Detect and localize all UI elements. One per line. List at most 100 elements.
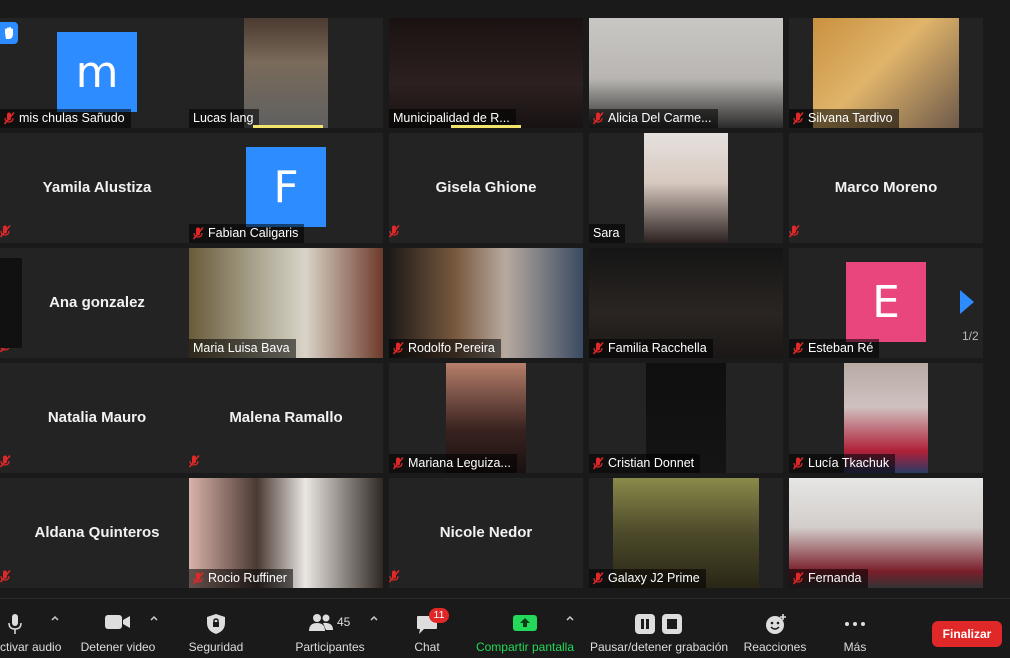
participant-tile[interactable]: Gisela Ghione	[389, 133, 583, 243]
stop-video-label: Detener video	[80, 640, 156, 654]
participant-name: Lucas lang	[193, 111, 254, 125]
participant-name-tag: Fernanda	[789, 569, 868, 588]
participants-count: 45	[337, 615, 351, 629]
raise-hand-icon	[0, 22, 18, 44]
audio-level-bar	[451, 125, 521, 128]
gallery-grid: m mis chulas Sañudo Lucas lang Municipalida…	[0, 18, 985, 590]
participant-name: Rocio Ruffiner	[208, 571, 287, 585]
participant-tile[interactable]: Sara	[589, 133, 783, 243]
share-screen-button[interactable]: Compartir pantalla	[470, 599, 580, 658]
participant-video	[644, 133, 728, 243]
muted-mic-icon	[192, 227, 204, 240]
muted-mic-icon	[592, 342, 604, 355]
participant-tile[interactable]: Alicia Del Carme...	[589, 18, 783, 128]
participant-tile[interactable]: m mis chulas Sañudo	[0, 18, 194, 128]
participant-tile[interactable]: Malena Ramallo	[189, 363, 383, 473]
unmute-audio-button[interactable]: ctivar audio	[0, 599, 62, 658]
muted-mic-icon	[592, 572, 604, 585]
chevron-up-icon[interactable]	[50, 613, 60, 623]
participant-name: Sara	[593, 226, 620, 240]
page-indicator: 1/2	[962, 329, 979, 343]
participant-tile[interactable]: Ana gonzalez	[0, 248, 194, 358]
participants-button[interactable]: 45 Participantes	[280, 599, 380, 658]
participant-name-display: Yamila Alustiza	[42, 179, 152, 196]
muted-mic-icon	[392, 342, 404, 355]
shield-icon	[207, 614, 225, 634]
participant-name: Esteban Ré	[808, 341, 874, 355]
muted-mic-icon	[789, 225, 803, 241]
participant-name: Silvana Tardivo	[808, 111, 893, 125]
previous-page-area	[0, 258, 22, 348]
participant-avatar: m	[57, 32, 137, 112]
participant-tile[interactable]: Aldana Quinteros	[0, 478, 194, 588]
participant-tile[interactable]: Nicole Nedor	[389, 478, 583, 588]
participant-tile[interactable]: Natalia Mauro	[0, 363, 194, 473]
chevron-up-icon[interactable]	[149, 613, 159, 623]
participant-name-tag: Alicia Del Carme...	[589, 109, 718, 128]
participant-name-tag: Silvana Tardivo	[789, 109, 899, 128]
participant-name-tag: Fabian Caligaris	[189, 224, 305, 243]
participant-name: Fernanda	[808, 571, 862, 585]
participant-avatar: E	[846, 262, 926, 342]
muted-mic-icon	[389, 225, 403, 241]
participant-name-tag: Galaxy J2 Prime	[589, 569, 706, 588]
meeting-toolbar: ctivar audio Detener video Seguridad 45 …	[0, 598, 1010, 658]
more-button[interactable]: Más	[830, 599, 880, 658]
participant-tile[interactable]: Rodolfo Pereira	[389, 248, 583, 358]
recording-controls[interactable]: Pausar/detener grabación	[588, 599, 730, 658]
muted-mic-icon	[592, 112, 604, 125]
participant-name-display: Malena Ramallo	[229, 409, 343, 426]
muted-mic-icon	[792, 112, 804, 125]
participant-name-tag: Esteban Ré	[789, 339, 880, 358]
participant-name-display: Natalia Mauro	[47, 409, 147, 426]
share-screen-icon	[513, 615, 537, 631]
stop-recording-icon[interactable]	[661, 613, 683, 635]
chat-unread-badge: 11	[429, 608, 449, 623]
participant-tile[interactable]: Lucas lang	[189, 18, 383, 128]
end-meeting-button[interactable]: Finalizar	[932, 621, 1002, 647]
participant-tile[interactable]: Cristian Donnet	[589, 363, 783, 473]
muted-mic-icon	[792, 457, 804, 470]
participant-name: Mariana Leguiza...	[408, 456, 511, 470]
muted-mic-icon	[0, 225, 14, 241]
pause-recording-icon[interactable]	[634, 613, 656, 635]
participant-tile[interactable]: Rocio Ruffiner	[189, 478, 383, 588]
participant-name: Maria Luisa Bava	[193, 341, 290, 355]
participant-tile[interactable]: Lucía Tkachuk	[789, 363, 983, 473]
participant-name-tag: Rodolfo Pereira	[389, 339, 501, 358]
chat-label: Chat	[414, 640, 440, 654]
stop-video-button[interactable]: Detener video	[72, 599, 164, 658]
participant-name-tag: Cristian Donnet	[589, 454, 701, 473]
participant-name-tag: Familia Racchella	[589, 339, 713, 358]
participant-tile[interactable]: Marco Moreno	[789, 133, 983, 243]
video-camera-icon	[105, 615, 130, 629]
muted-mic-icon	[189, 455, 203, 471]
participant-tile[interactable]: Municipalidad de R...	[389, 18, 583, 128]
reactions-button[interactable]: Reacciones	[740, 599, 810, 658]
security-button[interactable]: Seguridad	[180, 599, 252, 658]
more-dots-icon	[845, 622, 865, 626]
participant-tile[interactable]: Mariana Leguiza...	[389, 363, 583, 473]
participant-tile[interactable]: F Fabian Caligaris	[189, 133, 383, 243]
muted-mic-icon	[792, 572, 804, 585]
participant-name-tag: Mariana Leguiza...	[389, 454, 517, 473]
chat-button[interactable]: 11 Chat	[404, 599, 450, 658]
participant-name-tag: Maria Luisa Bava	[189, 339, 296, 358]
muted-mic-icon	[0, 455, 14, 471]
chevron-up-icon[interactable]	[369, 613, 379, 623]
chevron-right-icon	[960, 290, 974, 314]
participant-tile[interactable]: Galaxy J2 Prime	[589, 478, 783, 588]
participant-name-tag: Lucas lang	[189, 109, 260, 128]
participant-name-display: Marco Moreno	[834, 179, 938, 196]
participant-tile[interactable]: Maria Luisa Bava	[189, 248, 383, 358]
participant-tile[interactable]: Fernanda	[789, 478, 983, 588]
participant-name-tag: Sara	[589, 224, 626, 243]
participants-icon	[309, 614, 333, 631]
participant-name: Galaxy J2 Prime	[608, 571, 700, 585]
participant-tile[interactable]: Yamila Alustiza	[0, 133, 194, 243]
reactions-label: Reacciones	[743, 640, 807, 654]
participant-tile[interactable]: Familia Racchella	[589, 248, 783, 358]
participant-name-tag: Lucía Tkachuk	[789, 454, 896, 473]
chevron-up-icon[interactable]	[565, 613, 575, 623]
participant-tile[interactable]: Silvana Tardivo	[789, 18, 983, 128]
